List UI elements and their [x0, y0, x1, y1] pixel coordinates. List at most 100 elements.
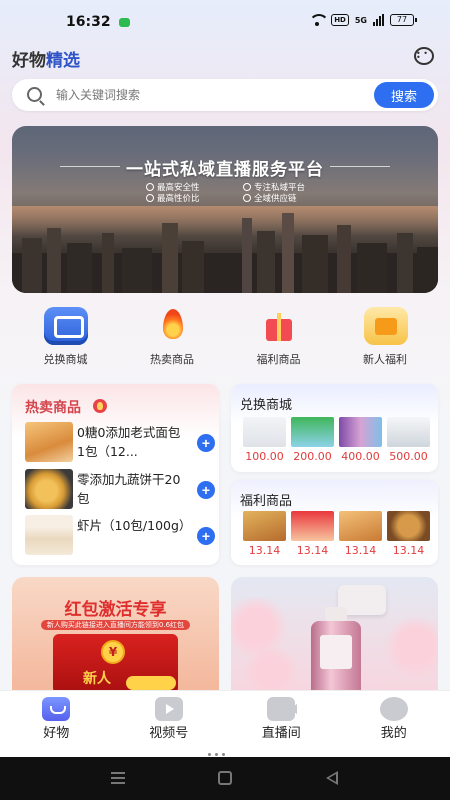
menu-icon[interactable]	[111, 772, 125, 784]
exchange-item[interactable]: 500.00	[387, 417, 430, 463]
product-name: 零添加九蔬饼干20包	[77, 472, 181, 506]
red-packet-subtitle: 新人购买此链接进入直播间方能领到0.6红包	[12, 620, 219, 630]
add-to-cart-button[interactable]: +	[197, 481, 215, 499]
quick-nav-hot-products[interactable]: 热卖商品	[119, 304, 226, 370]
search-icon	[27, 87, 42, 102]
page-title-plain: 好物	[12, 51, 46, 71]
shopping-bag-icon	[42, 697, 71, 721]
tab-label: 好物	[43, 726, 70, 741]
welfare-products-title: 福利商品	[240, 494, 293, 509]
blossom-decoration	[381, 617, 438, 677]
exchange-store-title: 兑换商城	[240, 398, 293, 413]
item-price: 13.14	[392, 544, 425, 557]
welfare-item[interactable]: 13.14	[339, 511, 382, 557]
quick-nav-exchange-store[interactable]: 兑换商城	[12, 304, 119, 370]
live-camera-icon	[267, 697, 298, 721]
system-nav-bar	[0, 757, 450, 800]
tab-label: 直播间	[261, 726, 301, 741]
search-input[interactable]	[56, 85, 356, 105]
bottle-cap	[325, 607, 347, 621]
gift-box-icon	[257, 307, 301, 345]
red-packet-promo[interactable]: 红包激活专享 新人购买此链接进入直播间方能领到0.6红包 ¥ 新人	[12, 577, 219, 692]
quick-nav: 兑换商城 热卖商品 福利商品 新人福利	[12, 304, 438, 370]
banner-feature: 全域供应链	[243, 192, 297, 204]
quick-nav-welfare-products[interactable]: 福利商品	[225, 304, 332, 370]
home-icon[interactable]	[218, 771, 232, 785]
video-icon	[154, 697, 183, 721]
welfare-item[interactable]: 13.14	[387, 511, 430, 557]
hot-product-item[interactable]: 0糖0添加老式面包 1包（12... +	[25, 422, 215, 462]
wifi-icon	[309, 14, 325, 26]
city-skyline-image	[12, 213, 438, 293]
quick-nav-label: 兑换商城	[43, 353, 88, 366]
blossom-decoration	[241, 647, 301, 692]
claim-tag	[126, 676, 176, 690]
welfare-products-grid: 13.14 13.14 13.14 13.14	[243, 511, 433, 557]
product-image	[291, 511, 334, 541]
tab-profile[interactable]: 我的	[338, 691, 450, 752]
exchange-store-card[interactable]: 兑换商城 100.00 200.00 400.00 500.00	[231, 384, 438, 472]
wechat-notification-icon	[119, 18, 130, 27]
search-button[interactable]: 搜索	[374, 82, 434, 108]
exchange-item[interactable]: 100.00	[243, 417, 286, 463]
exchange-item[interactable]: 200.00	[291, 417, 334, 463]
hot-product-item[interactable]: 零添加九蔬饼干20包 +	[25, 469, 215, 509]
welfare-item[interactable]: 13.14	[291, 511, 334, 557]
fire-icon	[151, 307, 195, 345]
check-circle-icon	[146, 194, 154, 202]
signal-icon	[373, 14, 384, 26]
product-thumbnail	[25, 469, 73, 509]
item-price: 400.00	[341, 450, 380, 463]
product-thumbnail	[25, 422, 73, 462]
network-type: 5G	[354, 15, 367, 25]
tab-label: 我的	[380, 726, 407, 741]
status-icons: HD 5G 77	[309, 14, 417, 26]
product-image	[387, 417, 430, 447]
back-icon[interactable]	[326, 771, 338, 785]
add-to-cart-button[interactable]: +	[197, 527, 215, 545]
tab-home[interactable]: 好物	[0, 691, 113, 752]
red-packet-title: 红包激活专享	[64, 600, 167, 620]
hot-products-title[interactable]: 热卖商品	[25, 397, 81, 417]
quick-nav-label: 新人福利	[363, 353, 407, 366]
newcomer-label: 新人	[83, 671, 111, 687]
hot-product-item[interactable]: 虾片（10包/100g） +	[25, 515, 215, 555]
hot-products-card: 热卖商品 0糖0添加老式面包 1包（12... + 零添加九蔬饼干20包 + 虾…	[12, 384, 219, 565]
check-circle-icon	[243, 194, 251, 202]
item-price: 13.14	[296, 544, 329, 557]
banner-feature: 最高性价比	[146, 192, 200, 204]
item-price: 13.14	[248, 544, 281, 557]
item-price: 200.00	[293, 450, 332, 463]
product-name: 虾片（10包/100g）	[77, 518, 189, 533]
status-time: 16:32	[66, 14, 111, 30]
hot-badge-icon	[93, 399, 107, 413]
item-price: 500.00	[389, 450, 428, 463]
product-name: 0糖0添加老式面包 1包（12...	[77, 425, 181, 459]
bottom-tab-bar: 好物 视频号 直播间 我的	[0, 690, 450, 752]
cosmetics-promo[interactable]	[231, 577, 438, 692]
promo-banner[interactable]: 一站式私域直播服务平台 最高安全性 专注私域平台 最高性价比 全域供应链	[12, 126, 438, 293]
lotion-bottle-image	[311, 607, 361, 692]
exchange-store-icon	[44, 307, 88, 345]
chat-bubble-icon[interactable]: • • •	[414, 47, 434, 65]
bottle-label	[320, 635, 352, 669]
tab-video[interactable]: 视频号	[113, 691, 226, 752]
product-image	[387, 511, 430, 541]
banner-title: 一站式私域直播服务平台	[126, 160, 324, 180]
product-image	[291, 417, 334, 447]
exchange-item[interactable]: 400.00	[339, 417, 382, 463]
product-image	[339, 511, 382, 541]
tab-live[interactable]: 直播间	[225, 691, 338, 752]
add-to-cart-button[interactable]: +	[197, 434, 215, 452]
product-image	[243, 417, 286, 447]
search-bar: 搜索	[12, 79, 438, 111]
user-icon	[379, 697, 408, 721]
item-price: 13.14	[344, 544, 377, 557]
page-indicator	[208, 753, 225, 756]
quick-nav-label: 福利商品	[256, 353, 301, 366]
product-image	[243, 511, 286, 541]
welfare-item[interactable]: 13.14	[243, 511, 286, 557]
welfare-products-card[interactable]: 福利商品 13.14 13.14 13.14 13.14	[231, 480, 438, 565]
product-thumbnail	[25, 515, 73, 555]
quick-nav-newcomer-welfare[interactable]: 新人福利	[332, 304, 439, 370]
